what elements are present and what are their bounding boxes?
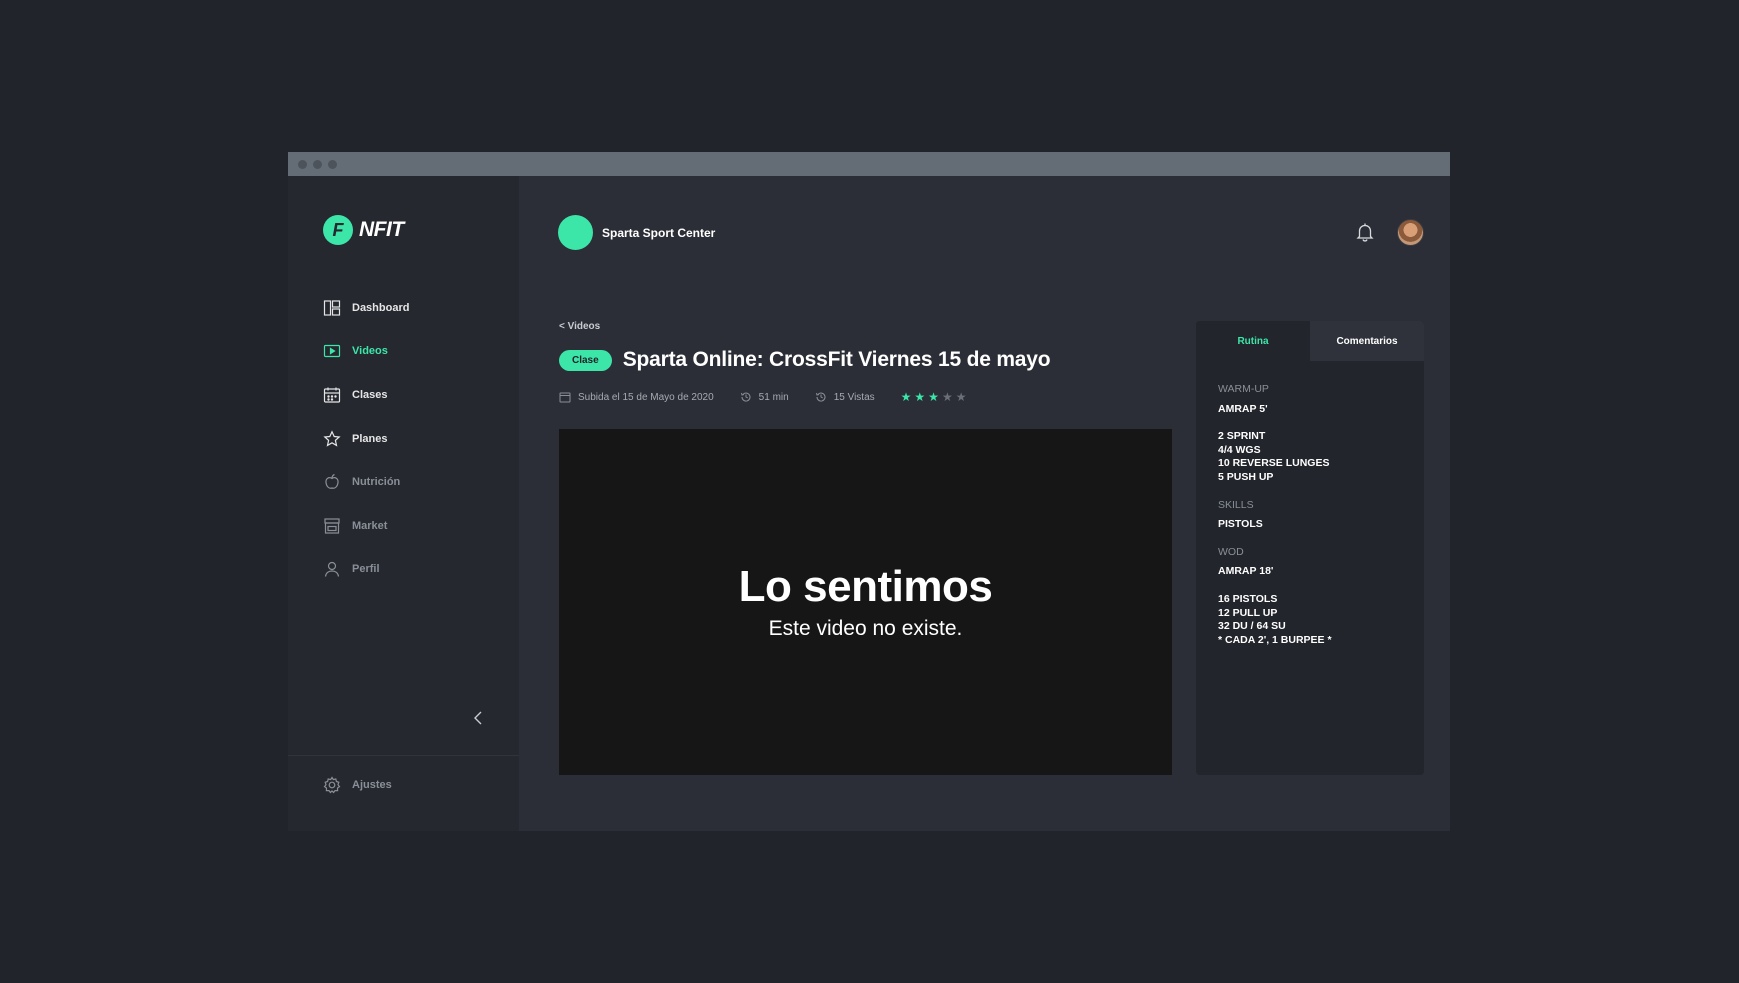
user-icon: [324, 562, 340, 577]
apple-icon: [325, 474, 339, 489]
star-empty-icon: ★: [955, 390, 967, 404]
upload-date: Subida el 15 de Mayo de 2020: [559, 391, 714, 403]
sidebar-item-label: Videos: [352, 345, 388, 358]
bell-icon: [1356, 223, 1374, 242]
routine-block: PISTOLS: [1218, 518, 1402, 532]
routine-block: AMRAP 18': [1218, 565, 1402, 579]
star-filled-icon: ★: [914, 390, 926, 404]
routine-content: WARM-UP AMRAP 5' 2 SPRINT 4/4 WGS 10 REVERSE…: [1196, 361, 1424, 647]
sidebar-item-label: Dashboard: [352, 301, 410, 314]
window-maximize-dot[interactable]: [328, 159, 337, 169]
routine-section-label: WARM-UP: [1218, 383, 1269, 395]
sidebar-item-dashboard[interactable]: Dashboard: [323, 286, 493, 330]
window-titlebar: [288, 152, 1450, 176]
store-icon: [324, 518, 340, 534]
video-meta: Subida el 15 de Mayo de 2020 51 min 15 V…: [559, 390, 966, 404]
tab-rutina[interactable]: Rutina: [1196, 321, 1310, 361]
rating-stars: ★ ★ ★ ★ ★: [901, 390, 967, 404]
sidebar-item-ajustes[interactable]: Ajustes: [323, 776, 392, 794]
routine-line: PISTOLS: [1218, 518, 1263, 531]
routine-section: SKILLS PISTOLS: [1218, 499, 1402, 532]
video-title: Sparta Online: CrossFit Viernes 15 de ma…: [622, 348, 1051, 371]
breadcrumb-back-videos[interactable]: < Videos: [559, 321, 600, 332]
routine-line: 2 SPRINT: [1218, 430, 1266, 443]
gym-selector[interactable]: Sparta Sport Center: [558, 215, 715, 250]
routine-block: 2 SPRINT 4/4 WGS 10 REVERSE LUNGES 5 PUSH U…: [1218, 430, 1402, 484]
routine-line: 4/4 WGS: [1218, 443, 1261, 456]
routine-line: 16 PISTOLS: [1218, 592, 1278, 605]
sidebar-item-videos[interactable]: Videos: [323, 330, 493, 374]
user-avatar[interactable]: [1397, 219, 1424, 246]
logo-text: NFIT: [359, 218, 404, 241]
routine-line: 10 REVERSE LUNGES: [1218, 457, 1330, 470]
sidebar-item-clases[interactable]: Clases: [323, 373, 493, 417]
video-icon: [323, 345, 341, 358]
star-filled-icon: ★: [928, 390, 939, 404]
error-message: Este video no existe.: [768, 617, 963, 641]
routine-block: 16 PISTOLS 12 PULL UP 32 DU / 64 SU * CADA …: [1218, 593, 1402, 647]
routine-panel: Rutina Comentarios WARM-UP AMRAP 5' 2 SPRI…: [1196, 321, 1424, 775]
panel-tabs: Rutina Comentarios: [1196, 321, 1424, 361]
sidebar-item-planes[interactable]: Planes: [323, 417, 493, 461]
history-icon: [740, 392, 751, 402]
star-empty-icon: ★: [941, 390, 953, 404]
upload-date-text: Subida el 15 de Mayo de 2020: [578, 391, 714, 403]
gym-avatar: [558, 215, 593, 250]
calendar-icon: [559, 392, 571, 403]
star-icon: [323, 429, 341, 447]
sidebar-divider: [288, 755, 519, 756]
video-player[interactable]: Lo sentimos Este video no existe.: [559, 429, 1172, 775]
gym-name: Sparta Sport Center: [602, 225, 716, 240]
routine-section: WOD AMRAP 18' 16 PISTOLS 12 PULL UP 32 DU / …: [1218, 546, 1402, 648]
duration-text: 51 min: [758, 391, 789, 403]
calendar-icon: [323, 387, 341, 403]
collapse-sidebar-button[interactable]: [471, 708, 485, 728]
sidebar-item-label: Planes: [352, 432, 388, 445]
window-minimize-dot[interactable]: [313, 159, 322, 169]
video-views: 15 Vistas: [815, 391, 875, 403]
sidebar-item-label: Nutrición: [352, 476, 401, 489]
dashboard-icon: [323, 300, 341, 316]
routine-section-label: SKILLS: [1218, 498, 1254, 511]
routine-block: AMRAP 5': [1218, 403, 1402, 417]
sidebar-item-label: Perfil: [352, 563, 380, 576]
routine-line: * CADA 2', 1 BURPEE *: [1218, 633, 1332, 646]
gear-icon: [323, 776, 341, 794]
routine-line: 32 DU / 64 SU: [1218, 620, 1286, 633]
sidebar-item-label: Ajustes: [352, 779, 392, 791]
sidebar-item-label: Clases: [352, 388, 388, 401]
notifications-button[interactable]: [1354, 221, 1376, 243]
star-filled-icon: ★: [900, 390, 912, 404]
history-icon: [815, 392, 826, 402]
video-title-row: Clase Sparta Online: CrossFit Viernes 15…: [559, 348, 1051, 372]
window-close-dot[interactable]: [298, 159, 307, 169]
routine-line: 12 PULL UP: [1218, 606, 1278, 619]
tab-comentarios[interactable]: Comentarios: [1310, 321, 1424, 361]
sidebar-nav: Dashboard Videos Clases Planes Nutrición…: [323, 286, 493, 591]
video-duration: 51 min: [740, 391, 789, 403]
sidebar-item-perfil[interactable]: Perfil: [323, 548, 493, 592]
routine-line: AMRAP 18': [1218, 565, 1274, 578]
sidebar-item-label: Market: [352, 519, 388, 532]
sidebar: F NFIT Dashboard Videos Clases Planes Nu…: [288, 176, 519, 831]
sidebar-item-market[interactable]: Market: [323, 504, 493, 548]
chevron-left-icon: [474, 711, 482, 725]
routine-line: 5 PUSH UP: [1218, 470, 1274, 483]
routine-section: WARM-UP AMRAP 5' 2 SPRINT 4/4 WGS 10 REVERSE…: [1218, 383, 1402, 485]
error-heading: Lo sentimos: [738, 561, 993, 611]
routine-line: AMRAP 5': [1218, 402, 1268, 415]
category-badge: Clase: [559, 349, 612, 371]
logo-mark: F: [323, 215, 353, 245]
app-logo[interactable]: F NFIT: [323, 215, 404, 245]
sidebar-item-nutricion[interactable]: Nutrición: [323, 460, 493, 504]
views-text: 15 Vistas: [833, 391, 875, 403]
app-window: F NFIT Dashboard Videos Clases Planes Nu…: [288, 152, 1450, 831]
routine-section-label: WOD: [1218, 545, 1244, 558]
